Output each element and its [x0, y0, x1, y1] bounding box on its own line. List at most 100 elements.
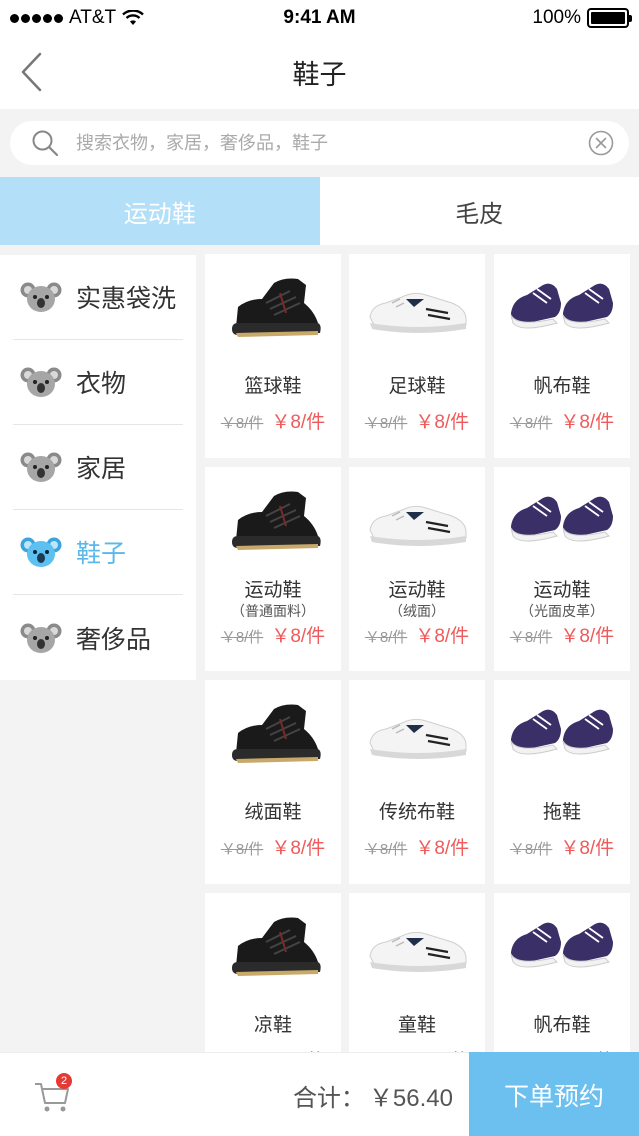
original-price: ￥8/件: [509, 629, 553, 646]
product-card-sports-shoes[interactable]: 运动鞋 （普通面料） ￥8/件 ￥8/件: [205, 467, 341, 671]
search-input[interactable]: [76, 132, 587, 154]
battery-percent: 100%: [532, 7, 581, 28]
product-price: ￥8/件 ￥8/件: [349, 621, 485, 648]
product-card-canvas-shoes[interactable]: 帆布鞋￥8/件￥8/件: [494, 893, 630, 1052]
product-image: [205, 680, 341, 790]
sidebar: 实惠袋洗 衣物 家居 鞋子 奢侈品: [0, 255, 196, 680]
back-button[interactable]: [14, 50, 48, 94]
product-card-slippers[interactable]: 拖鞋 ￥8/件 ￥8/件: [494, 680, 630, 884]
product-card-kids-shoes[interactable]: 童鞋￥8/件￥8/件: [349, 893, 485, 1052]
product-card-sports-shoes[interactable]: 运动鞋 （光面皮革） ￥8/件 ￥8/件: [494, 467, 630, 671]
original-price: ￥8/件: [509, 415, 553, 432]
current-price: ￥8/件: [415, 412, 470, 433]
product-card-sports-shoes[interactable]: 运动鞋 （绒面） ￥8/件 ￥8/件: [349, 467, 485, 671]
nav-bar: 鞋子: [0, 36, 639, 109]
sidebar-item-clothing[interactable]: 衣物: [13, 340, 183, 425]
koala-icon: [20, 621, 62, 655]
current-price: ￥8/件: [415, 838, 470, 859]
signal-strength-icon: [10, 13, 63, 23]
product-card-soccer-shoes[interactable]: 足球鞋 ￥8/件 ￥8/件: [349, 254, 485, 458]
product-image: [494, 680, 630, 790]
product-card-canvas-shoes[interactable]: 帆布鞋 ￥8/件 ￥8/件: [494, 254, 630, 458]
product-subtitle: （绒面）: [389, 603, 445, 619]
sidebar-item-label: 衣物: [76, 370, 127, 398]
original-price: ￥8/件: [364, 415, 408, 432]
status-right: 100%: [532, 7, 632, 29]
product-name: 帆布鞋: [533, 376, 591, 397]
original-price: ￥8/件: [364, 629, 408, 646]
koala-icon: [20, 450, 62, 484]
product-name: 足球鞋: [388, 376, 446, 397]
category-tabs: 运动鞋 毛皮: [0, 177, 639, 245]
product-image: [349, 254, 485, 364]
sidebar-item-value-bag-wash[interactable]: 实惠袋洗: [13, 255, 183, 340]
koala-icon-active: [20, 535, 62, 569]
product-price: ￥8/件 ￥8/件: [349, 833, 485, 860]
product-name: 帆布鞋: [533, 1015, 591, 1036]
original-price: ￥8/件: [509, 841, 553, 858]
current-price: ￥8/件: [560, 838, 615, 859]
sidebar-item-home[interactable]: 家居: [13, 425, 183, 510]
product-image: [205, 254, 341, 364]
tab-sports-shoes[interactable]: 运动鞋: [0, 177, 320, 245]
chevron-left-icon: [21, 52, 42, 92]
product-image: [494, 254, 630, 364]
product-image: [349, 467, 485, 577]
product-price: ￥8/件 ￥8/件: [494, 621, 630, 648]
product-name: 凉鞋: [253, 1015, 292, 1036]
product-card-basketball-shoes[interactable]: 篮球鞋 ￥8/件 ￥8/件: [205, 254, 341, 458]
original-price: ￥8/件: [220, 841, 264, 858]
sidebar-item-label: 鞋子: [76, 540, 127, 568]
product-card-sandals[interactable]: 凉鞋￥8/件￥8/件: [205, 893, 341, 1052]
total-amount: ￥56.40: [368, 1084, 453, 1112]
status-bar: AT&T 9:41 AM 100%: [0, 0, 639, 36]
product-subtitle: （普通面料）: [231, 603, 315, 619]
total-label: 合计：: [292, 1084, 365, 1112]
original-price: ￥8/件: [220, 415, 264, 432]
current-price: ￥8/件: [560, 412, 615, 433]
clear-icon[interactable]: [587, 129, 615, 157]
cart-badge: 2: [56, 1073, 72, 1089]
current-price: ￥8/件: [560, 626, 615, 647]
original-price: ￥8/件: [220, 629, 264, 646]
product-price: ￥8/件 ￥8/件: [205, 407, 341, 434]
product-name: 童鞋: [397, 1015, 436, 1036]
cart-button[interactable]: 2: [32, 1073, 72, 1115]
sidebar-item-label: 家居: [76, 455, 127, 483]
tab-fur[interactable]: 毛皮: [320, 177, 639, 245]
sidebar-item-luxury[interactable]: 奢侈品: [13, 595, 183, 680]
product-price: ￥8/件 ￥8/件: [205, 621, 341, 648]
product-image: [205, 467, 341, 577]
koala-icon: [20, 365, 62, 399]
search-icon: [30, 128, 60, 158]
current-price: ￥8/件: [415, 626, 470, 647]
search-bar: [0, 109, 639, 177]
product-name: 篮球鞋: [244, 376, 302, 397]
search-box: [10, 121, 629, 165]
product-card-suede-shoes[interactable]: 绒面鞋 ￥8/件 ￥8/件: [205, 680, 341, 884]
status-left: AT&T: [10, 7, 144, 29]
product-price: ￥8/件 ￥8/件: [494, 407, 630, 434]
page-title: 鞋子: [292, 60, 347, 90]
koala-icon: [20, 280, 62, 314]
sidebar-item-label: 奢侈品: [76, 625, 152, 654]
battery-icon: [587, 8, 632, 28]
product-subtitle: （光面皮革）: [520, 603, 604, 619]
product-card-traditional-cloth-shoes[interactable]: 传统布鞋 ￥8/件 ￥8/件: [349, 680, 485, 884]
product-price: ￥8/件 ￥8/件: [349, 407, 485, 434]
wifi-icon: [122, 10, 144, 25]
original-price: ￥8/件: [364, 841, 408, 858]
product-grid: 篮球鞋 ￥8/件 ￥8/件 足球鞋 ￥8/件 ￥8/件 帆布鞋 ￥8/件 ￥8/件 运动鞋 （普通面…: [196, 245, 639, 1052]
product-name: 运动鞋: [388, 580, 446, 601]
current-price: ￥8/件: [271, 412, 326, 433]
sidebar-item-shoes[interactable]: 鞋子: [13, 510, 183, 595]
product-image: [349, 893, 485, 1003]
product-price: ￥8/件 ￥8/件: [494, 833, 630, 860]
product-name: 传统布鞋: [378, 802, 455, 823]
place-order-button[interactable]: 下单预约: [469, 1052, 639, 1136]
product-image: [494, 467, 630, 577]
product-name: 运动鞋: [244, 580, 302, 601]
product-image: [494, 893, 630, 1003]
total: 合计： ￥56.40: [293, 1053, 453, 1136]
current-price: ￥8/件: [271, 838, 326, 859]
